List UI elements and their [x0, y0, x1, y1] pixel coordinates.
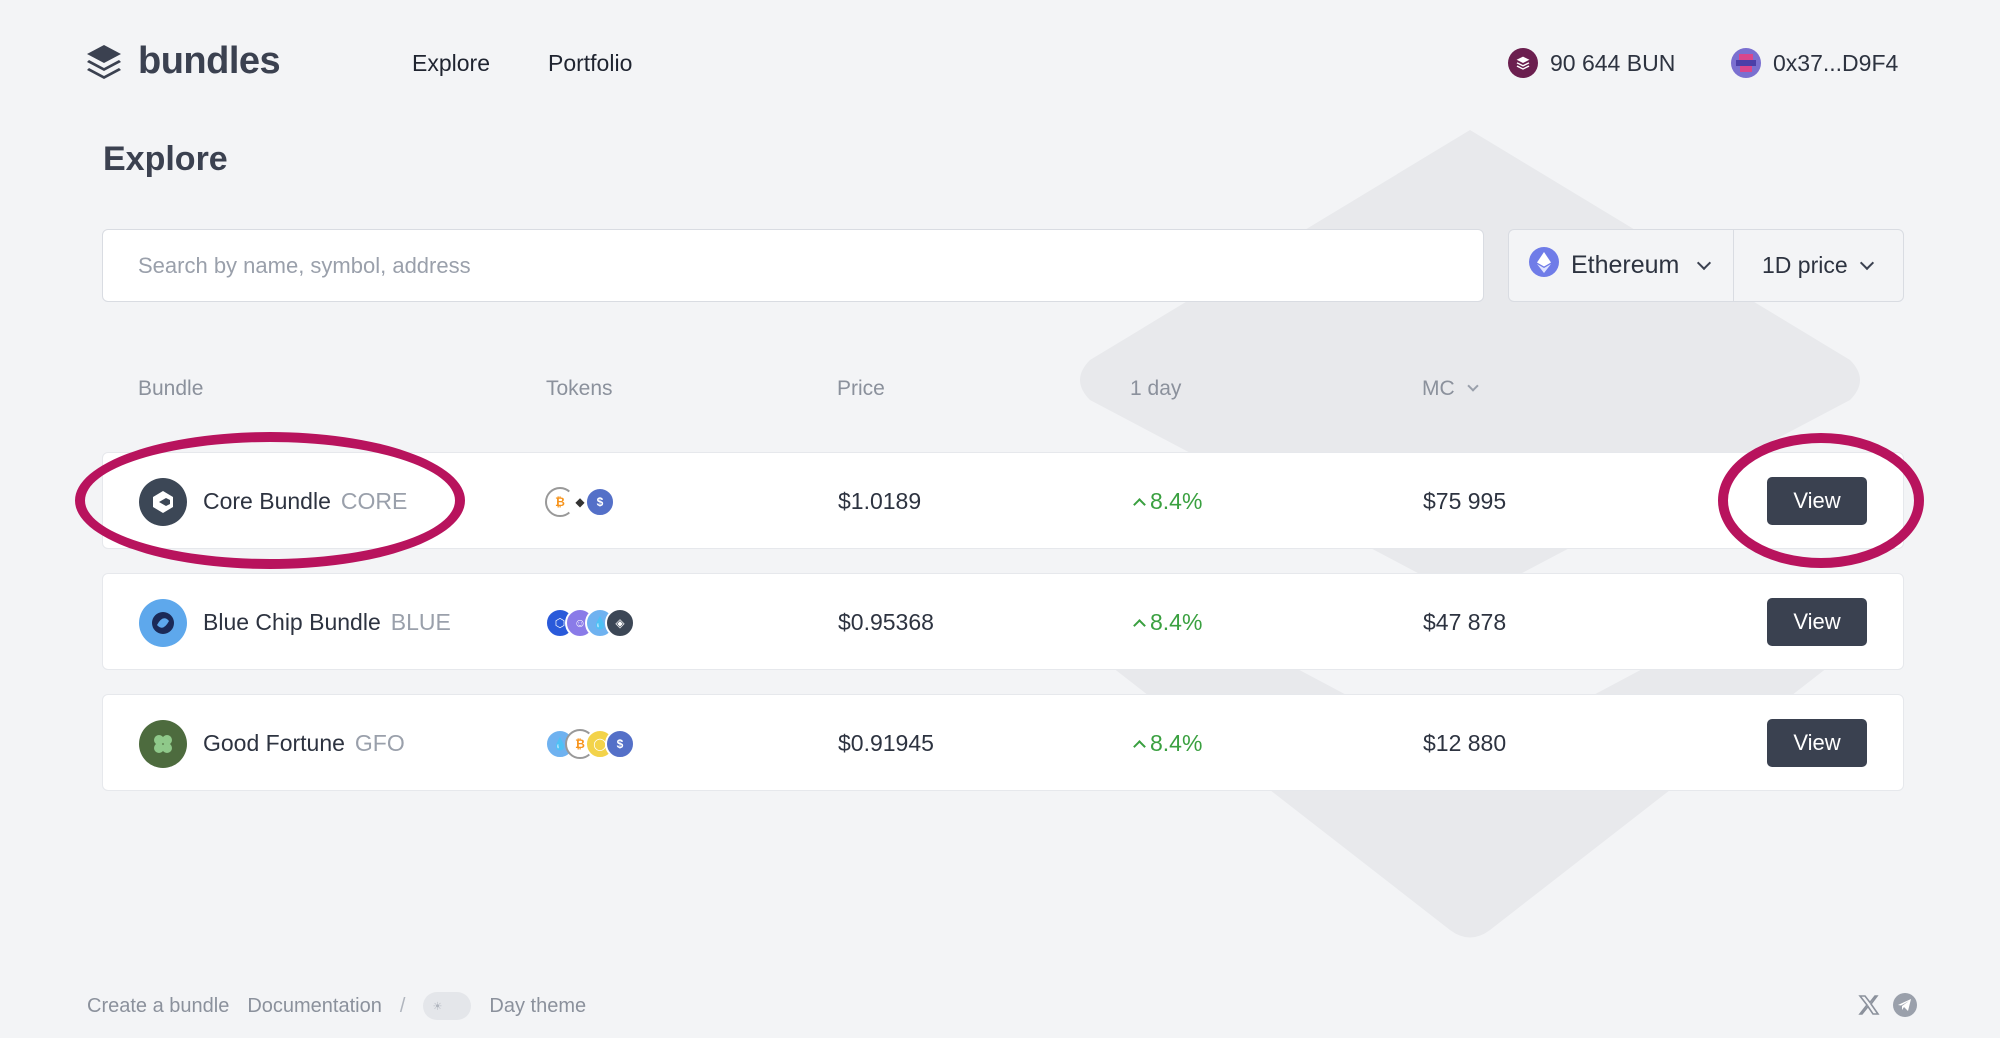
bundle-symbol: CORE: [340, 488, 408, 514]
price-period-label: 1D price: [1762, 252, 1848, 278]
layers-logo-icon: [87, 44, 121, 79]
change-cell: 8.4%: [1133, 695, 1203, 792]
change-value: 8.4%: [1150, 730, 1203, 756]
table-row[interactable]: Blue Chip Bundle BLUE ⬡ ☺ 💧 ◈ $0.95368 8.…: [102, 573, 1904, 670]
arrow-up-icon: [1133, 497, 1146, 511]
clover-bundle-icon: [139, 719, 187, 768]
balance-value: 90 644 BUN: [1550, 49, 1676, 76]
view-button[interactable]: View: [1767, 477, 1867, 525]
avatar-icon: [1731, 48, 1761, 78]
usdc-token-icon: $: [605, 728, 635, 759]
page-title: Explore: [103, 140, 228, 178]
network-select[interactable]: Ethereum: [1509, 230, 1734, 301]
telegram-icon[interactable]: [1890, 990, 1920, 1020]
price-cell: $0.91945: [838, 730, 934, 756]
footer: Create a bundle Documentation / ☀ Day th…: [87, 992, 586, 1020]
change-value: 8.4%: [1150, 488, 1203, 514]
col-header-price: Price: [837, 377, 885, 400]
arrow-up-icon: [1133, 739, 1146, 753]
sun-icon: ☀: [432, 1000, 443, 1013]
change-cell: 8.4%: [1133, 574, 1203, 671]
logo-text: bundles: [138, 40, 281, 82]
blue-chip-bundle-icon: [139, 598, 187, 647]
col-header-mc[interactable]: MC: [1422, 377, 1479, 401]
search-input[interactable]: [102, 229, 1484, 302]
view-button[interactable]: View: [1767, 719, 1867, 767]
nav-explore[interactable]: Explore: [412, 50, 490, 77]
network-label: Ethereum: [1571, 251, 1680, 279]
price-period-select[interactable]: 1D price: [1734, 230, 1874, 301]
bundle-cell: Good Fortune GFO: [139, 695, 405, 792]
change-cell: 8.4%: [1133, 453, 1203, 550]
wallet-address[interactable]: 0x37...D9F4: [1731, 48, 1898, 78]
price-cell: $1.0189: [838, 488, 922, 514]
mc-cell: $47 878: [1423, 609, 1507, 635]
col-header-tokens: Tokens: [546, 377, 613, 400]
documentation-link[interactable]: Documentation: [247, 995, 382, 1018]
core-bundle-icon: [139, 477, 187, 526]
theme-label: Day theme: [489, 994, 587, 1017]
x-twitter-icon[interactable]: [1854, 990, 1884, 1020]
table-row[interactable]: Good Fortune GFO 💧 ₿ ◯ $ $0.91945 8.4% $1…: [102, 694, 1904, 791]
main-nav: Explore Portfolio: [412, 50, 632, 77]
col-header-bundle: Bundle: [138, 377, 204, 400]
mc-cell: $75 995: [1423, 488, 1507, 514]
token-balance[interactable]: 90 644 BUN: [1508, 48, 1675, 78]
bundle-cell: Core Bundle CORE: [139, 453, 407, 550]
bundle-symbol: BLUE: [390, 609, 451, 635]
tokens-cell: ₿ ◆ $: [545, 453, 615, 550]
core-token-icon: ◈: [605, 607, 635, 638]
col-header-1day: 1 day: [1130, 377, 1182, 400]
bundle-symbol: GFO: [354, 730, 405, 756]
bundle-name: Good Fortune GFO: [203, 730, 405, 757]
tokens-cell: ⬡ ☺ 💧 ◈: [545, 574, 635, 671]
nav-portfolio[interactable]: Portfolio: [548, 50, 632, 77]
usdc-token-icon: $: [585, 486, 615, 517]
price-cell: $0.95368: [838, 609, 934, 635]
bundle-name-text: Blue Chip Bundle: [203, 609, 381, 635]
bun-token-icon: [1508, 48, 1538, 78]
bundle-name: Core Bundle CORE: [203, 488, 407, 515]
table-row[interactable]: Core Bundle CORE ₿ ◆ $ $1.0189 8.4% $75 9…: [102, 452, 1904, 549]
footer-separator: /: [399, 994, 406, 1017]
bundle-name: Blue Chip Bundle BLUE: [203, 609, 451, 636]
change-value: 8.4%: [1150, 609, 1203, 635]
filter-group: Ethereum 1D price: [1508, 229, 1904, 302]
mc-cell: $12 880: [1423, 730, 1507, 756]
col-header-mc-label: MC: [1422, 377, 1455, 400]
bundle-name-text: Good Fortune: [203, 730, 345, 756]
view-button[interactable]: View: [1767, 598, 1867, 646]
address-value: 0x37...D9F4: [1773, 49, 1899, 76]
sort-chevron-icon: [1467, 380, 1479, 392]
create-bundle-link[interactable]: Create a bundle: [87, 995, 229, 1018]
tokens-cell: 💧 ₿ ◯ $: [545, 695, 635, 792]
ethereum-icon: [1529, 247, 1559, 284]
bundle-cell: Blue Chip Bundle BLUE: [139, 574, 451, 671]
arrow-up-icon: [1133, 618, 1146, 632]
chevron-down-icon: [1859, 255, 1874, 270]
theme-toggle[interactable]: ☀: [423, 992, 472, 1020]
logo[interactable]: bundles: [84, 40, 281, 83]
bundle-name-text: Core Bundle: [203, 488, 331, 514]
chevron-down-icon: [1697, 255, 1712, 270]
